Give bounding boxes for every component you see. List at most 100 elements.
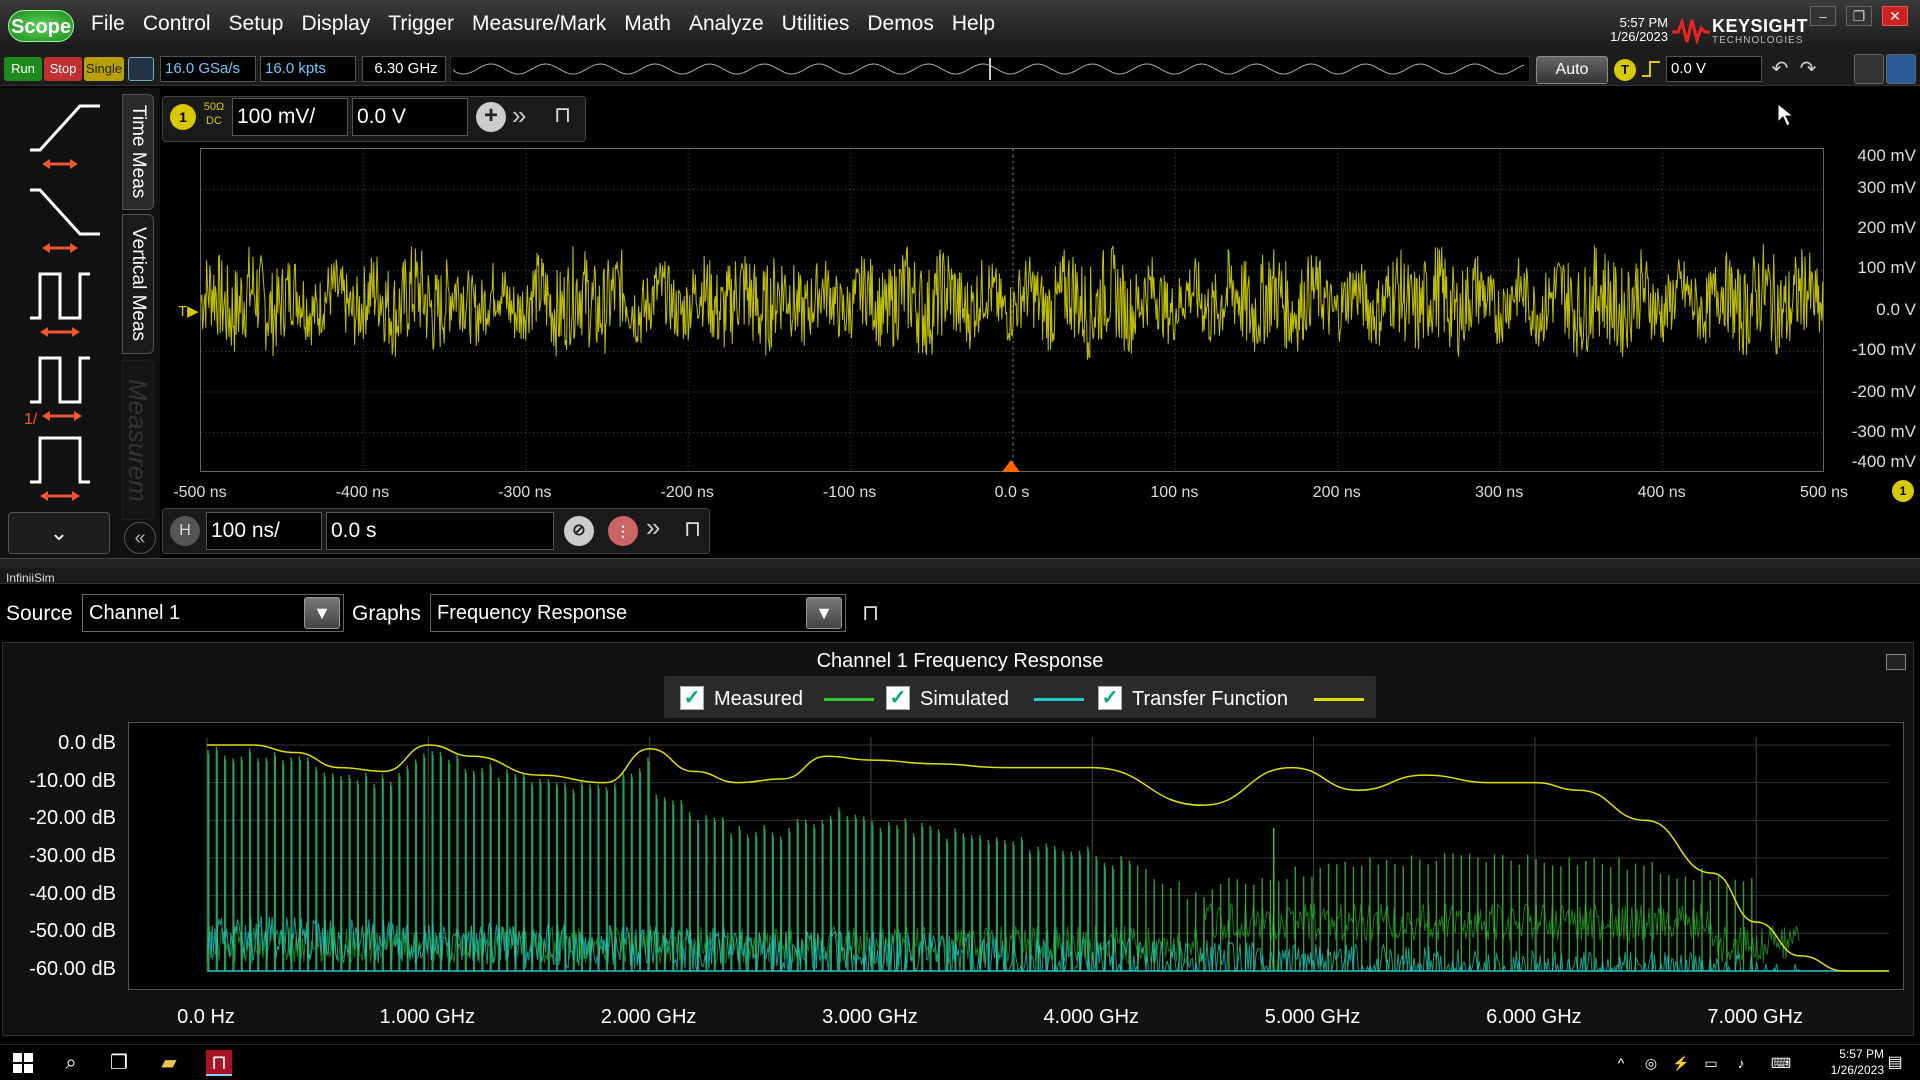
period-icon[interactable] [10, 268, 110, 348]
scope-clock: 5:57 PM 1/26/2023 [1600, 16, 1668, 44]
minimize-button[interactable]: – [1810, 6, 1836, 26]
scope-clock-time: 5:57 PM [1619, 15, 1668, 30]
keyboard-icon[interactable]: ⌨ [1768, 1050, 1794, 1076]
volume-icon[interactable]: ♪ [1728, 1050, 1754, 1076]
bandwidth-field[interactable]: 6.30 GHz [362, 56, 446, 82]
tray-chevron-icon[interactable]: ^ [1608, 1050, 1634, 1076]
menu-math[interactable]: Math [615, 12, 680, 36]
waveform-y-tick-label: 300 mV [1857, 178, 1916, 197]
channel-1-indicator[interactable]: 1 [1892, 480, 1914, 502]
frequency-response-plot[interactable] [128, 722, 1904, 990]
touch-icon[interactable] [1886, 54, 1916, 84]
tab-measurements[interactable]: Measurem [122, 360, 154, 520]
scope-logo-button[interactable]: Scope [8, 10, 74, 42]
menu-control[interactable]: Control [134, 12, 220, 36]
run-button[interactable]: Run [4, 57, 42, 81]
rise-time-icon[interactable] [10, 100, 110, 180]
file-explorer-icon[interactable]: ▰ [156, 1050, 182, 1076]
stop-button[interactable]: Stop [44, 57, 82, 81]
plot-x-tick-label: 0.0 Hz [177, 1006, 235, 1028]
infinisim-header [0, 568, 1920, 584]
menu-utilities[interactable]: Utilities [773, 12, 859, 36]
simulated-checkbox[interactable]: ✓ [886, 686, 910, 710]
menu-file[interactable]: File [82, 12, 134, 36]
graphs-dropdown-chevron-icon[interactable]: ▼ [806, 597, 842, 629]
acquisition-mode-icon[interactable] [128, 57, 154, 81]
notifications-icon[interactable]: ▤ [1882, 1050, 1908, 1076]
vertical-scale-field[interactable]: 100 mV/ [232, 98, 348, 136]
plot-x-tick-label: 3.000 GHz [822, 1006, 918, 1028]
pulse-width-icon[interactable] [10, 432, 110, 512]
menu-demos[interactable]: Demos [858, 12, 943, 36]
waveform-graticule[interactable] [200, 148, 1824, 472]
waveform-overview-bar[interactable] [450, 56, 1530, 82]
trigger-level-field[interactable]: 0.0 V [1666, 56, 1762, 82]
scope-app-icon[interactable]: ⊓ [206, 1050, 232, 1076]
channel-ground-marker[interactable]: T▶ [178, 302, 199, 320]
measured-checkbox[interactable]: ✓ [680, 686, 704, 710]
fall-time-icon[interactable] [10, 184, 110, 264]
trigger-badge[interactable]: T [1614, 59, 1636, 81]
collapse-panel-button[interactable]: « [124, 522, 156, 554]
zoom-icon[interactable]: ⊘ [564, 516, 594, 546]
taskbar-clock[interactable]: 5:57 PM 1/26/2023 [1794, 1046, 1884, 1078]
menu-help[interactable]: Help [943, 12, 1004, 36]
plot-y-tick-label: -50.00 dB [29, 920, 116, 943]
horizontal-position-field[interactable]: 0.0 s [326, 512, 554, 550]
brand-name: KEYSIGHT [1712, 16, 1809, 36]
graphs-dropdown[interactable]: Frequency Response [430, 594, 846, 632]
legend-measured: Measured [714, 688, 803, 710]
pin-icon[interactable]: ⊓ [554, 102, 571, 128]
maximize-chart-icon[interactable] [1886, 654, 1906, 670]
rising-edge-icon[interactable] [1640, 58, 1662, 80]
tab-time-meas[interactable]: Time Meas [122, 94, 154, 210]
waveform-y-tick-label: 200 mV [1857, 218, 1916, 237]
transfer-function-checkbox[interactable]: ✓ [1098, 686, 1122, 710]
network-icon[interactable]: ▭ [1698, 1050, 1724, 1076]
trigger-mode-auto-button[interactable]: Auto [1536, 56, 1608, 84]
add-channel-icon[interactable]: + [476, 102, 506, 132]
channel-1-badge[interactable]: 1 [170, 104, 196, 130]
horizontal-scale-field[interactable]: 100 ns/ [206, 512, 322, 550]
scroll-down-button[interactable]: ⌄ [8, 512, 110, 554]
menu-setup[interactable]: Setup [220, 12, 293, 36]
tab-vertical-meas[interactable]: Vertical Meas [122, 214, 154, 354]
search-icon[interactable]: ⌕ [58, 1050, 84, 1076]
tray-app-icon[interactable]: ◎ [1638, 1050, 1664, 1076]
single-button[interactable]: Single [84, 57, 124, 81]
trigger-position-marker[interactable] [1002, 460, 1020, 472]
vertical-offset-field[interactable]: 0.0 V [352, 98, 468, 136]
close-button[interactable]: ✕ [1882, 6, 1908, 26]
horizontal-pin-icon[interactable]: ⊓ [684, 516, 701, 542]
ref-clock-icon[interactable]: ⋮ [608, 516, 638, 546]
source-dropdown-chevron-icon[interactable]: ▼ [304, 597, 340, 629]
waveform-x-tick-label: 300 ns [1475, 484, 1524, 501]
frequency-icon[interactable]: 1/ [10, 352, 110, 432]
memory-depth-field[interactable]: 16.0 kpts [260, 56, 356, 82]
menu-analyze[interactable]: Analyze [680, 12, 773, 36]
menu-display[interactable]: Display [292, 12, 379, 36]
waveform-y-tick-label: 100 mV [1857, 258, 1916, 277]
horizontal-badge[interactable]: H [170, 516, 200, 546]
menu-measure-mark[interactable]: Measure/Mark [463, 12, 615, 36]
tool-button[interactable] [1854, 54, 1884, 84]
channel-coupling[interactable]: 50Ω DC [200, 100, 228, 128]
waveform-x-tick-label: 500 ns [1799, 484, 1849, 501]
waveform-x-tick-label: 100 ns [1150, 484, 1199, 501]
horizontal-expand-chevron-icon[interactable]: » [646, 512, 660, 543]
plot-y-tick-label: -10.00 dB [29, 769, 116, 792]
undo-icon[interactable]: ↶ [1766, 56, 1794, 82]
redo-icon[interactable]: ↷ [1794, 56, 1822, 82]
graphs-label: Graphs [352, 602, 421, 625]
sample-rate-field[interactable]: 16.0 GSa/s [160, 56, 256, 82]
expand-chevron-icon[interactable]: » [512, 100, 526, 131]
graphs-pin-icon[interactable]: ⊓ [862, 600, 879, 626]
plot-x-tick-label: 4.000 GHz [1043, 1006, 1140, 1028]
restore-button[interactable]: ❐ [1846, 6, 1872, 26]
task-view-icon[interactable]: ❐ [106, 1050, 132, 1076]
tray-keysight-icon[interactable]: ⚡ [1668, 1050, 1694, 1076]
legend-measured-swatch [824, 698, 874, 701]
plot-x-tick-label: 1.000 GHz [379, 1006, 476, 1028]
menu-trigger[interactable]: Trigger [379, 12, 463, 36]
start-icon[interactable] [12, 1052, 34, 1074]
